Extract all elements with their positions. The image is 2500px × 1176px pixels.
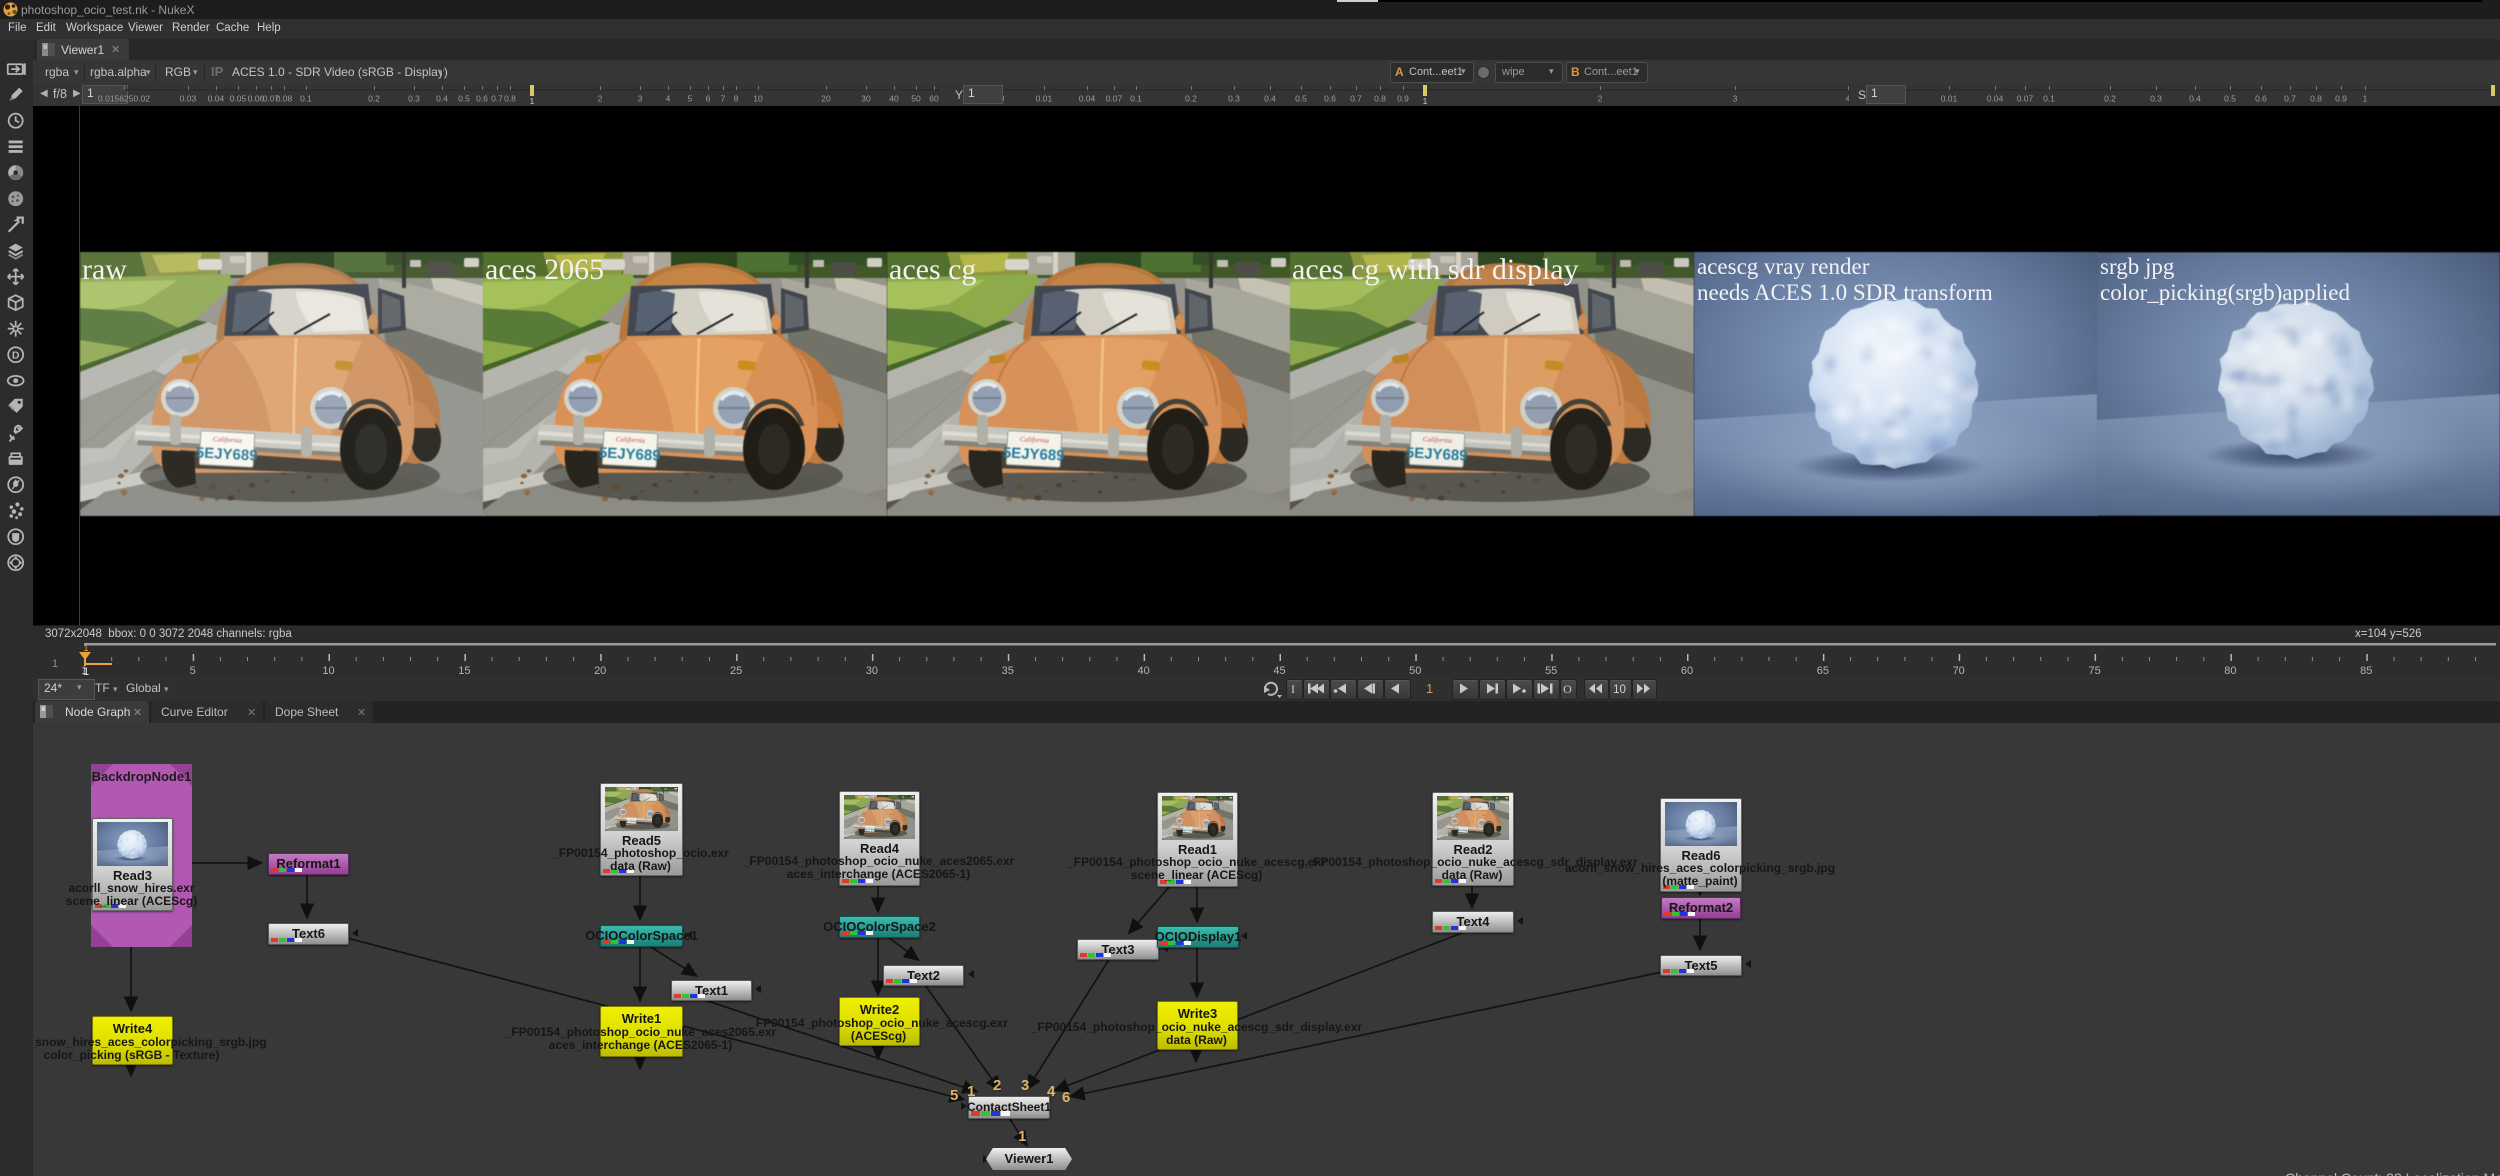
svg-text:75: 75	[2088, 665, 2100, 677]
svg-text:0.7: 0.7	[491, 94, 503, 104]
svg-text:0.3: 0.3	[1228, 94, 1240, 104]
svg-text:70: 70	[1953, 665, 1965, 677]
svg-text:5: 5	[190, 665, 196, 677]
svg-text:1: 1	[83, 643, 88, 653]
svg-text:8: 8	[734, 94, 739, 104]
svg-text:45: 45	[1273, 665, 1285, 677]
svg-text:0.8: 0.8	[504, 94, 516, 104]
svg-text:2: 2	[598, 94, 603, 104]
svg-text:50: 50	[911, 94, 921, 104]
svg-text:10: 10	[1613, 684, 1626, 696]
svg-text:60: 60	[929, 94, 939, 104]
svg-text:0.9: 0.9	[2335, 94, 2347, 104]
svg-text:85: 85	[2360, 665, 2372, 677]
svg-text:0.6: 0.6	[2255, 94, 2267, 104]
svg-text:4: 4	[666, 94, 671, 104]
svg-text:0.4: 0.4	[436, 94, 448, 104]
svg-text:1: 1	[2363, 94, 2368, 104]
svg-text:3: 3	[1733, 94, 1738, 104]
svg-text:7: 7	[721, 94, 726, 104]
svg-text:0.7: 0.7	[2284, 94, 2296, 104]
svg-text:0.3: 0.3	[408, 94, 420, 104]
svg-text:0.4: 0.4	[1264, 94, 1276, 104]
svg-text:35: 35	[1002, 665, 1014, 677]
svg-text:1: 1	[530, 96, 535, 106]
svg-text:30: 30	[866, 665, 878, 677]
svg-text:5: 5	[688, 94, 693, 104]
svg-text:0.4: 0.4	[2189, 94, 2201, 104]
svg-text:0.08: 0.08	[276, 94, 293, 104]
svg-text:3: 3	[638, 94, 643, 104]
svg-text:0.03: 0.03	[180, 94, 197, 104]
svg-text:30: 30	[861, 94, 871, 104]
svg-text:0.07: 0.07	[1106, 94, 1123, 104]
svg-text:0.6: 0.6	[476, 94, 488, 104]
svg-text:55: 55	[1545, 665, 1557, 677]
svg-text:20: 20	[594, 665, 606, 677]
svg-text:60: 60	[1681, 665, 1693, 677]
svg-text:2: 2	[1598, 94, 1603, 104]
svg-text:I: I	[1291, 682, 1295, 696]
svg-text:40: 40	[889, 94, 899, 104]
svg-text:0.8: 0.8	[1374, 94, 1386, 104]
svg-text:40: 40	[1137, 665, 1149, 677]
svg-text:0.01: 0.01	[1941, 94, 1958, 104]
svg-text:20: 20	[821, 94, 831, 104]
svg-text:0.1: 0.1	[1130, 94, 1142, 104]
svg-text:50: 50	[1409, 665, 1421, 677]
svg-text:0.0156250.02: 0.0156250.02	[98, 94, 150, 104]
svg-text:0.1: 0.1	[300, 94, 312, 104]
svg-text:15: 15	[458, 665, 470, 677]
svg-text:0.2: 0.2	[368, 94, 380, 104]
svg-text:25: 25	[730, 665, 742, 677]
svg-text:Y: Y	[955, 88, 963, 102]
svg-text:0.04: 0.04	[1987, 94, 2004, 104]
svg-text:80: 80	[2224, 665, 2236, 677]
svg-text:0.04: 0.04	[208, 94, 225, 104]
svg-text:0.6: 0.6	[1324, 94, 1336, 104]
svg-text:0.05: 0.05	[230, 94, 247, 104]
svg-text:1: 1	[52, 658, 58, 670]
svg-text:65: 65	[1817, 665, 1829, 677]
svg-text:0.01: 0.01	[1036, 94, 1053, 104]
svg-text:0.04: 0.04	[1079, 94, 1096, 104]
svg-text:S: S	[1858, 88, 1866, 102]
svg-text:0.3: 0.3	[2150, 94, 2162, 104]
svg-text:D: D	[12, 350, 20, 362]
svg-text:0.1: 0.1	[2043, 94, 2055, 104]
svg-text:10: 10	[753, 94, 763, 104]
svg-text:6: 6	[706, 94, 711, 104]
svg-text:0.5: 0.5	[1295, 94, 1307, 104]
svg-text:0.5: 0.5	[2224, 94, 2236, 104]
svg-text:10: 10	[322, 665, 334, 677]
svg-text:0.8: 0.8	[2310, 94, 2322, 104]
svg-text:0.7: 0.7	[1350, 94, 1362, 104]
svg-text:0.9: 0.9	[1397, 94, 1409, 104]
svg-text:O: O	[1563, 682, 1572, 696]
svg-text:0.5: 0.5	[458, 94, 470, 104]
svg-text:1: 1	[83, 666, 89, 677]
svg-text:0.2: 0.2	[1185, 94, 1197, 104]
svg-text:0.2: 0.2	[2104, 94, 2116, 104]
svg-text:1: 1	[1423, 96, 1428, 106]
svg-text:0.07: 0.07	[2017, 94, 2034, 104]
